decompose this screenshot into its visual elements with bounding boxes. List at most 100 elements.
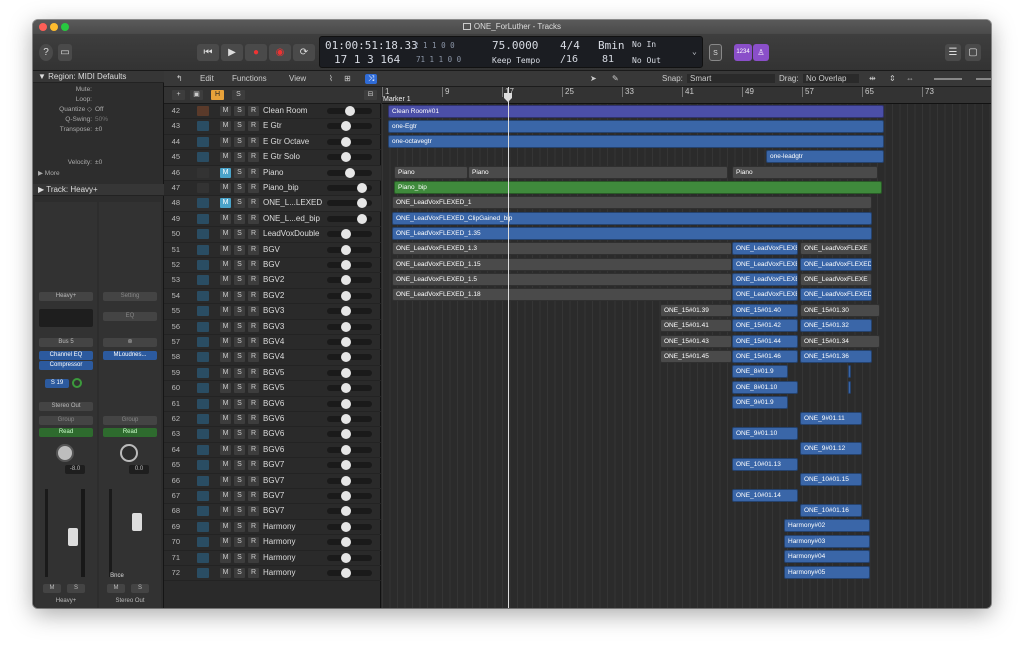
region[interactable]: ONE_LeadVoxFLEXED_ClipGained_bip: [392, 212, 872, 225]
add-track-button[interactable]: +: [172, 90, 185, 100]
track-name[interactable]: BGV4: [263, 350, 329, 364]
solo-mode-button[interactable]: S: [709, 44, 722, 61]
track-name[interactable]: Clean Room: [263, 104, 329, 118]
track-mute-button[interactable]: M: [220, 167, 231, 178]
arrange-area[interactable]: Clean Room#01 one-Egtr one-octavegtr one-le…: [382, 104, 991, 608]
track-mute-button[interactable]: M: [220, 398, 231, 409]
track-record-button[interactable]: R: [248, 167, 259, 178]
track-solo-button[interactable]: S: [234, 367, 245, 378]
notepad-icon[interactable]: ▢: [965, 44, 981, 61]
track-row[interactable]: 45 M S R E Gtr Solo: [164, 150, 381, 166]
output-button[interactable]: Stereo Out: [39, 402, 93, 411]
region[interactable]: ONE_9#01.12: [800, 442, 862, 455]
waveform-zoom-icon[interactable]: ⇹: [869, 74, 876, 83]
metronome-icon[interactable]: ♙: [753, 44, 769, 61]
mute-strip-button[interactable]: M: [43, 584, 61, 593]
track-name[interactable]: Harmony: [263, 566, 329, 580]
horizontal-zoom-icon[interactable]: ⇔: [906, 74, 914, 83]
track-record-button[interactable]: R: [248, 429, 259, 440]
track-solo-button[interactable]: S: [234, 306, 245, 317]
track-name[interactable]: BGV5: [263, 381, 329, 395]
track-volume-slider[interactable]: [327, 537, 372, 548]
track-volume-slider[interactable]: [327, 244, 372, 255]
track-solo-button[interactable]: S: [234, 398, 245, 409]
track-record-button[interactable]: R: [248, 537, 259, 548]
track-record-button[interactable]: R: [248, 183, 259, 193]
track-name[interactable]: BGV7: [263, 504, 329, 518]
track-record-button[interactable]: R: [248, 352, 259, 363]
track-row[interactable]: 60 M S R BGV5: [164, 381, 381, 397]
region[interactable]: ONE_15#01.34: [800, 335, 880, 348]
bounce-button[interactable]: Bnce: [105, 572, 129, 581]
rewind-button[interactable]: ⏮: [197, 44, 219, 61]
track-solo-button[interactable]: S: [234, 244, 245, 255]
track-row[interactable]: 57 M S R BGV4: [164, 335, 381, 351]
region[interactable]: Harmony#02: [784, 519, 870, 532]
track-record-button[interactable]: R: [248, 383, 259, 394]
track-solo-button[interactable]: S: [234, 491, 245, 501]
eq-button[interactable]: EQ: [103, 312, 157, 321]
track-row[interactable]: 42 M S R Clean Room: [164, 104, 381, 120]
track-row[interactable]: 54 M S R BGV2: [164, 289, 381, 305]
track-record-button[interactable]: R: [248, 290, 259, 301]
track-row[interactable]: 49 M S R ONE_L...ed_bip: [164, 212, 381, 228]
region[interactable]: one-leadgtr: [766, 150, 884, 163]
automation-mode[interactable]: Read: [39, 428, 93, 437]
track-record-button[interactable]: R: [248, 306, 259, 317]
track-mute-button[interactable]: M: [220, 321, 231, 332]
lcd-display[interactable]: 01:00:51:18.33 2 1 1 0 0 17 1 3 164 71 1…: [319, 36, 703, 68]
replace-record-button[interactable]: ◉: [269, 44, 291, 61]
track-row[interactable]: 59 M S R BGV5: [164, 366, 381, 382]
pencil-tool-icon[interactable]: ✎: [612, 74, 619, 83]
region[interactable]: ONE_15#01.30: [800, 304, 880, 317]
loop-row[interactable]: Loop:: [33, 95, 164, 104]
volume-fader[interactable]: [68, 528, 78, 546]
track-row[interactable]: 70 M S R Harmony: [164, 535, 381, 551]
minimize-window-button[interactable]: [50, 23, 58, 31]
track-solo-button[interactable]: S: [234, 275, 245, 286]
track-record-button[interactable]: R: [248, 106, 259, 116]
qswing-row[interactable]: Q-Swing: 50%: [33, 115, 164, 124]
region-inspector-header[interactable]: ▼ Region: MIDI Defaults: [33, 71, 164, 83]
track-solo-button[interactable]: S: [234, 506, 245, 517]
track-mute-button[interactable]: M: [220, 152, 231, 163]
track-mute-button[interactable]: M: [220, 506, 231, 517]
region[interactable]: ONE_15#01.46: [732, 350, 798, 363]
track-name[interactable]: Piano: [263, 166, 329, 180]
track-volume-slider[interactable]: [327, 183, 372, 193]
solo-strip-button[interactable]: S: [67, 584, 85, 593]
track-volume-slider[interactable]: [327, 398, 372, 409]
setting-button-2[interactable]: Setting: [103, 292, 157, 301]
track-name[interactable]: Harmony: [263, 520, 329, 534]
horizontal-zoom-slider[interactable]: [976, 78, 991, 80]
link-icon[interactable]: ⊚: [103, 338, 157, 347]
track-solo-button[interactable]: S: [234, 229, 245, 240]
track-record-button[interactable]: R: [248, 229, 259, 240]
track-mute-button[interactable]: M: [220, 475, 231, 486]
track-record-button[interactable]: R: [248, 136, 259, 147]
track-solo-button[interactable]: S: [234, 198, 245, 209]
region[interactable]: ONE_9#01.9: [732, 396, 788, 409]
pan-knob-2-icon[interactable]: [120, 444, 138, 462]
region[interactable]: ONE_LeadVoxFLEXE: [732, 242, 798, 255]
track-mute-button[interactable]: M: [220, 306, 231, 317]
track-name[interactable]: BGV3: [263, 304, 329, 318]
track-volume-slider[interactable]: [327, 414, 372, 424]
track-volume-slider[interactable]: [327, 352, 372, 363]
flex-icon[interactable]: ⌇: [329, 74, 333, 83]
region[interactable]: Piano: [468, 166, 728, 179]
view-menu[interactable]: View: [289, 74, 306, 83]
track-name[interactable]: BGV2: [263, 289, 329, 303]
record-button[interactable]: ●: [245, 44, 267, 61]
track-record-button[interactable]: R: [248, 444, 259, 455]
region[interactable]: ONE_15#01.39: [660, 304, 732, 317]
track-record-button[interactable]: R: [248, 260, 259, 270]
snap-dropdown[interactable]: Smart: [687, 74, 775, 83]
track-volume-slider[interactable]: [327, 552, 372, 563]
track-row[interactable]: 55 M S R BGV3: [164, 304, 381, 320]
track-mute-button[interactable]: M: [220, 337, 231, 347]
setting-button[interactable]: Heavy+: [39, 292, 93, 301]
track-volume-slider[interactable]: [327, 460, 372, 471]
track-volume-slider[interactable]: [327, 229, 372, 240]
list-editors-icon[interactable]: ☰: [945, 44, 961, 61]
